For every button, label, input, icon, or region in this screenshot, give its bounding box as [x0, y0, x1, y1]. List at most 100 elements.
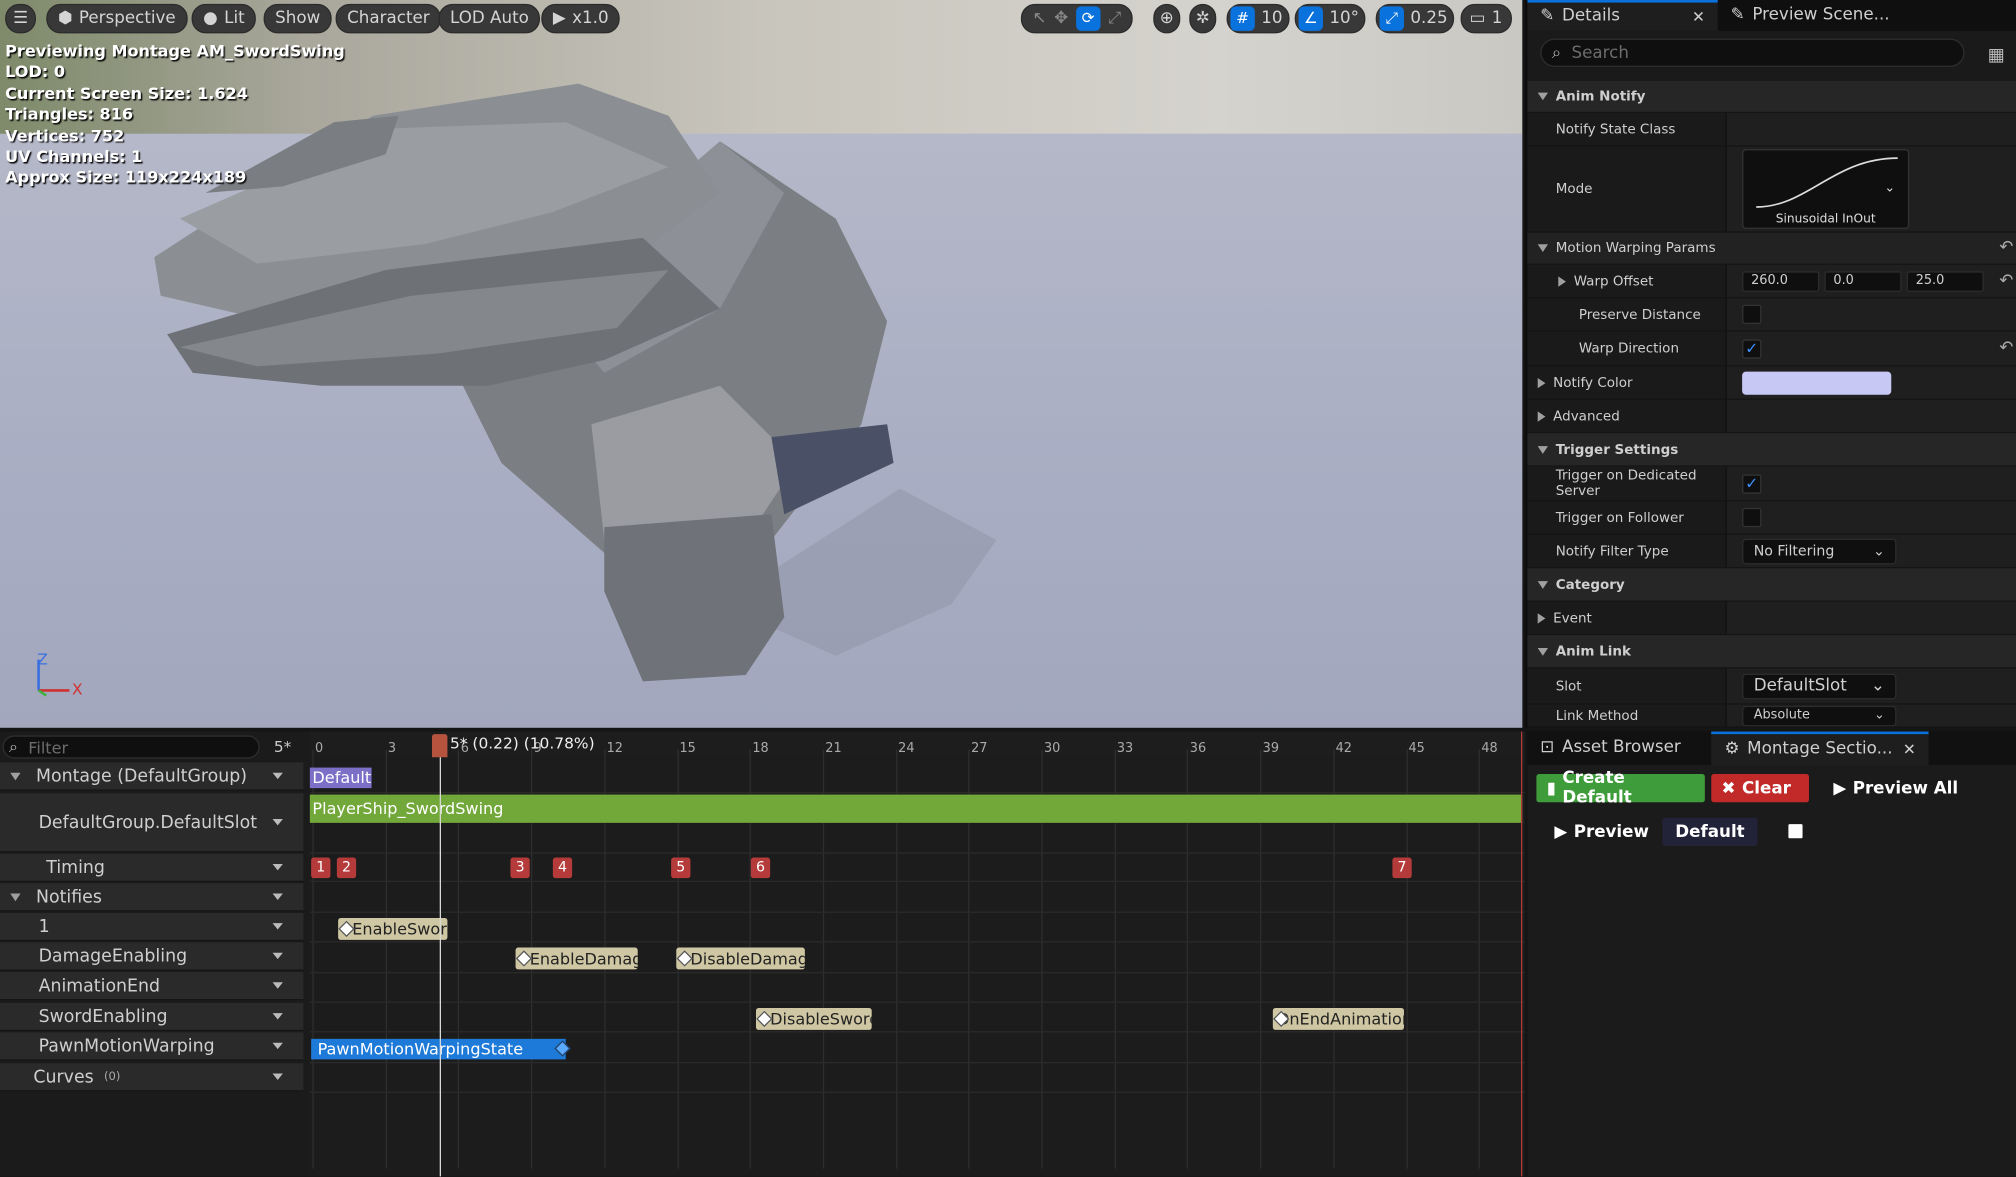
tab-montage-sections[interactable]: ⚙ Montage Sectio... ✕ [1711, 731, 1929, 765]
dropdown-arrow-icon[interactable] [272, 1073, 283, 1080]
track-timing[interactable]: Timing [0, 853, 304, 882]
stat-line: Vertices: 752 [5, 125, 125, 145]
preview-all-button[interactable]: ▶ Preview All [1823, 774, 1968, 802]
track-notifies[interactable]: Notifies [0, 883, 304, 912]
dropdown-arrow-icon[interactable] [272, 952, 283, 960]
timing-marker[interactable]: 6 [750, 857, 771, 879]
globe-icon: ⊕ [1159, 8, 1174, 29]
section-default[interactable]: Default [309, 767, 372, 789]
details-search[interactable]: ⌕ Search [1540, 38, 1965, 67]
preview-button[interactable]: ▶ Preview [1544, 818, 1659, 846]
dropdown-arrow-icon[interactable] [272, 893, 283, 900]
clear-button[interactable]: ✖ Clear [1711, 773, 1809, 803]
tab-asset-browser[interactable]: ⊡ Asset Browser [1527, 732, 1693, 765]
perspective-button[interactable]: ⬢ Perspective [46, 3, 188, 34]
category-trigger-settings[interactable]: Trigger Settings [1527, 433, 2016, 467]
scale-snap-button[interactable]: ⤢ 0.25 [1375, 3, 1455, 34]
preview-viewport[interactable]: ☰ ⬢ Perspective ● Lit Show Character LOD A… [0, 0, 1523, 728]
create-default-button[interactable]: ▮ Create Default [1536, 769, 1705, 807]
warp-offset-z[interactable]: 25.0 [1906, 270, 1984, 292]
track-sword-enabling[interactable]: SwordEnabling [0, 1002, 304, 1032]
timing-marker[interactable]: 3 [510, 857, 530, 879]
warp-offset-y[interactable]: 0.0 [1824, 270, 1902, 292]
grid-row-line [309, 852, 1525, 854]
track-default-slot[interactable]: DefaultGroup.DefaultSlot [0, 793, 304, 853]
slot-dropdown[interactable]: DefaultSlot ⌄ [1742, 673, 1897, 699]
row-advanced[interactable]: Advanced [1527, 399, 2016, 434]
preserve-distance-checkbox[interactable] [1742, 304, 1762, 324]
tab-preview-scene[interactable]: ✎ Preview Scene... [1718, 0, 1903, 31]
notify-enable-damage[interactable]: EnableDamage [515, 947, 638, 970]
timing-marker[interactable]: 5 [671, 857, 691, 879]
lod-button[interactable]: LOD Auto [438, 3, 541, 34]
close-icon[interactable]: ✕ [1692, 3, 1705, 31]
follower-checkbox[interactable] [1742, 507, 1762, 528]
rotation-snap-button[interactable]: ∠ 10° [1294, 3, 1366, 34]
row-warp-direction: Warp Direction ✓ ↶ [1527, 331, 2016, 367]
notify-state-pawn-motion-warping[interactable]: PawnMotionWarpingState [311, 1038, 566, 1060]
dropdown-arrow-icon[interactable] [272, 772, 283, 780]
viewport-menu-button[interactable]: ☰ [5, 3, 36, 34]
segment-playership-swordswing[interactable]: PlayerShip_SwordSwing [309, 794, 1523, 823]
timing-marker[interactable]: 4 [552, 857, 573, 879]
category-anim-link[interactable]: Anim Link [1527, 635, 2016, 669]
ruler-tick-label: 18 [752, 741, 769, 756]
playback-speed-button[interactable]: ▶ x1.0 [541, 3, 621, 34]
track-curves[interactable]: Curves (0) [0, 1063, 304, 1092]
filter-type-dropdown[interactable]: No Filtering ⌄ [1742, 538, 1897, 564]
reset-icon[interactable]: ↶ [1999, 271, 2013, 290]
montage-timeline: ⌕ Filter 5* 0 3 6 9 12 15 18 21 24 27 30 33 36 39 42 45 4… [0, 731, 1525, 1177]
frame-rate-label[interactable]: 5* [274, 738, 292, 756]
ruler-tick-label: 0 [314, 741, 324, 756]
category-motion-warping[interactable]: Motion Warping Params ↶ [1527, 232, 2016, 265]
section-checkbox[interactable] [1788, 824, 1803, 839]
dedicated-server-checkbox[interactable]: ✓ [1742, 473, 1762, 494]
local-space-button[interactable]: ⊕ [1153, 3, 1181, 34]
mode-curve-picker[interactable]: Sinusoidal InOut ⌄ [1742, 149, 1910, 229]
character-button[interactable]: Character [335, 3, 442, 34]
notify-enable-sword[interactable]: EnableSword [338, 917, 448, 940]
timing-marker[interactable]: 7 [1392, 857, 1412, 879]
dropdown-arrow-icon[interactable] [272, 923, 283, 930]
scale-icon[interactable]: ⤢ [1108, 4, 1121, 34]
dropdown-arrow-icon[interactable] [272, 818, 283, 826]
default-section-button[interactable]: Default [1662, 817, 1758, 846]
tab-details[interactable]: ✎ Details ✕ [1527, 0, 1718, 31]
track-filter-input[interactable]: ⌕ Filter [2, 735, 260, 759]
notify-on-end-animation[interactable]: OnEndAnimation [1272, 1007, 1404, 1030]
surface-snap-button[interactable]: ✲ [1189, 3, 1217, 34]
track-notify-1[interactable]: 1 [0, 912, 304, 942]
transform-tools[interactable]: ↖ ✥ ⟳ ⤢ [1020, 3, 1133, 34]
close-icon[interactable]: ✕ [1903, 734, 1916, 765]
track-pawn-motion-warping[interactable]: PawnMotionWarping [0, 1032, 304, 1061]
notify-disable-sword[interactable]: DisableSword [755, 1007, 872, 1030]
select-icon[interactable]: ↖ [1032, 4, 1046, 34]
dropdown-arrow-icon[interactable] [272, 982, 283, 989]
dropdown-arrow-icon[interactable] [272, 863, 283, 871]
track-montage[interactable]: Montage (DefaultGroup) [0, 762, 304, 791]
playhead-handle[interactable] [431, 734, 448, 758]
grid-snap-button[interactable]: #10 [1226, 3, 1289, 34]
reset-icon[interactable]: ↶ [1999, 338, 2013, 357]
category-category[interactable]: Category [1527, 568, 2016, 602]
show-button[interactable]: Show [263, 3, 332, 34]
warp-direction-checkbox[interactable]: ✓ [1742, 338, 1762, 359]
lit-button[interactable]: ● Lit [191, 3, 257, 34]
move-icon[interactable]: ✥ [1054, 4, 1068, 34]
row-event[interactable]: Event [1527, 601, 2016, 636]
dropdown-arrow-icon[interactable] [272, 1013, 283, 1020]
notify-disable-damage[interactable]: DisableDamage [676, 947, 805, 970]
category-anim-notify[interactable]: Anim Notify [1527, 80, 2016, 114]
timing-marker[interactable]: 2 [336, 857, 357, 879]
notify-color-swatch[interactable] [1742, 370, 1892, 395]
warp-offset-x[interactable]: 260.0 [1742, 270, 1820, 292]
reset-icon[interactable]: ↶ [1999, 238, 2013, 257]
track-animation-end[interactable]: AnimationEnd [0, 971, 304, 1001]
camera-speed-button[interactable]: ▭ 1 [1460, 3, 1512, 34]
dropdown-arrow-icon[interactable] [272, 1042, 283, 1050]
table-view-icon[interactable]: ▦ [1988, 45, 2005, 66]
link-method-dropdown[interactable]: Absolute ⌄ [1742, 705, 1897, 726]
rotate-icon[interactable]: ⟳ [1075, 6, 1101, 31]
timing-marker[interactable]: 1 [311, 857, 331, 879]
track-damage-enabling[interactable]: DamageEnabling [0, 942, 304, 971]
